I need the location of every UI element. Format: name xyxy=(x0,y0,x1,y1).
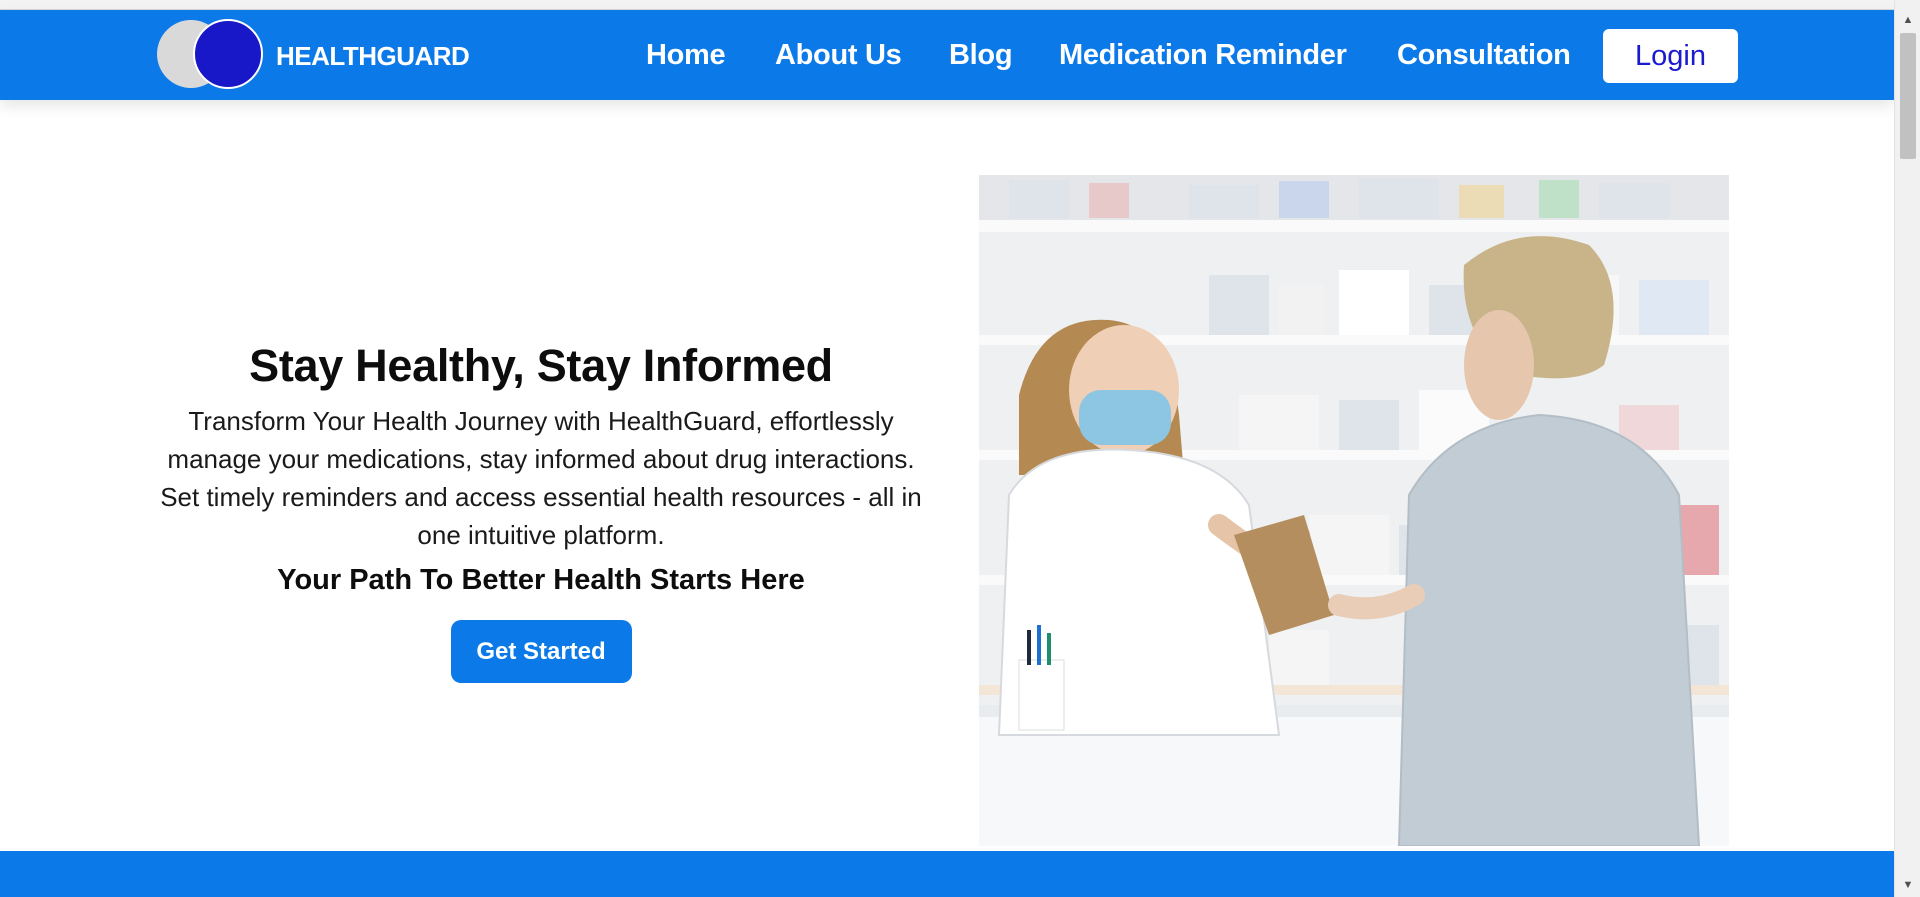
hero-image xyxy=(979,175,1729,846)
hero-tagline: Your Path To Better Health Starts Here xyxy=(277,564,805,596)
navbar: HEALTHGUARD Home About Us Blog Medicatio… xyxy=(0,10,1894,100)
triangle-up-icon[interactable]: ▲ xyxy=(1895,10,1920,30)
brand-name[interactable]: HEALTHGUARD xyxy=(276,41,470,72)
hero-section: Stay Healthy, Stay Informed Transform Yo… xyxy=(160,340,922,683)
nav-link-blog[interactable]: Blog xyxy=(949,39,1013,72)
login-button[interactable]: Login xyxy=(1603,29,1738,83)
nav-link-medication-reminder[interactable]: Medication Reminder xyxy=(1059,39,1347,72)
scrollbar-thumb[interactable] xyxy=(1900,33,1916,159)
pharmacy-photo-illustration xyxy=(979,175,1729,846)
browser-top-edge xyxy=(0,0,1894,10)
vertical-scrollbar[interactable]: ▲ ▼ xyxy=(1894,0,1920,897)
triangle-down-icon[interactable]: ▼ xyxy=(1895,875,1920,895)
nav-link-consultation[interactable]: Consultation xyxy=(1397,39,1571,72)
hero-description: Transform Your Health Journey with Healt… xyxy=(160,406,922,550)
nav-link-about-us[interactable]: About Us xyxy=(775,39,902,72)
get-started-button[interactable]: Get Started xyxy=(450,620,632,683)
hero-title: Stay Healthy, Stay Informed xyxy=(249,340,833,391)
page: HEALTHGUARD Home About Us Blog Medicatio… xyxy=(0,0,1920,897)
logo-circle-dark xyxy=(193,19,263,89)
nav-link-home[interactable]: Home xyxy=(646,39,726,72)
footer-band xyxy=(0,851,1894,897)
logo-icon[interactable] xyxy=(155,17,265,91)
